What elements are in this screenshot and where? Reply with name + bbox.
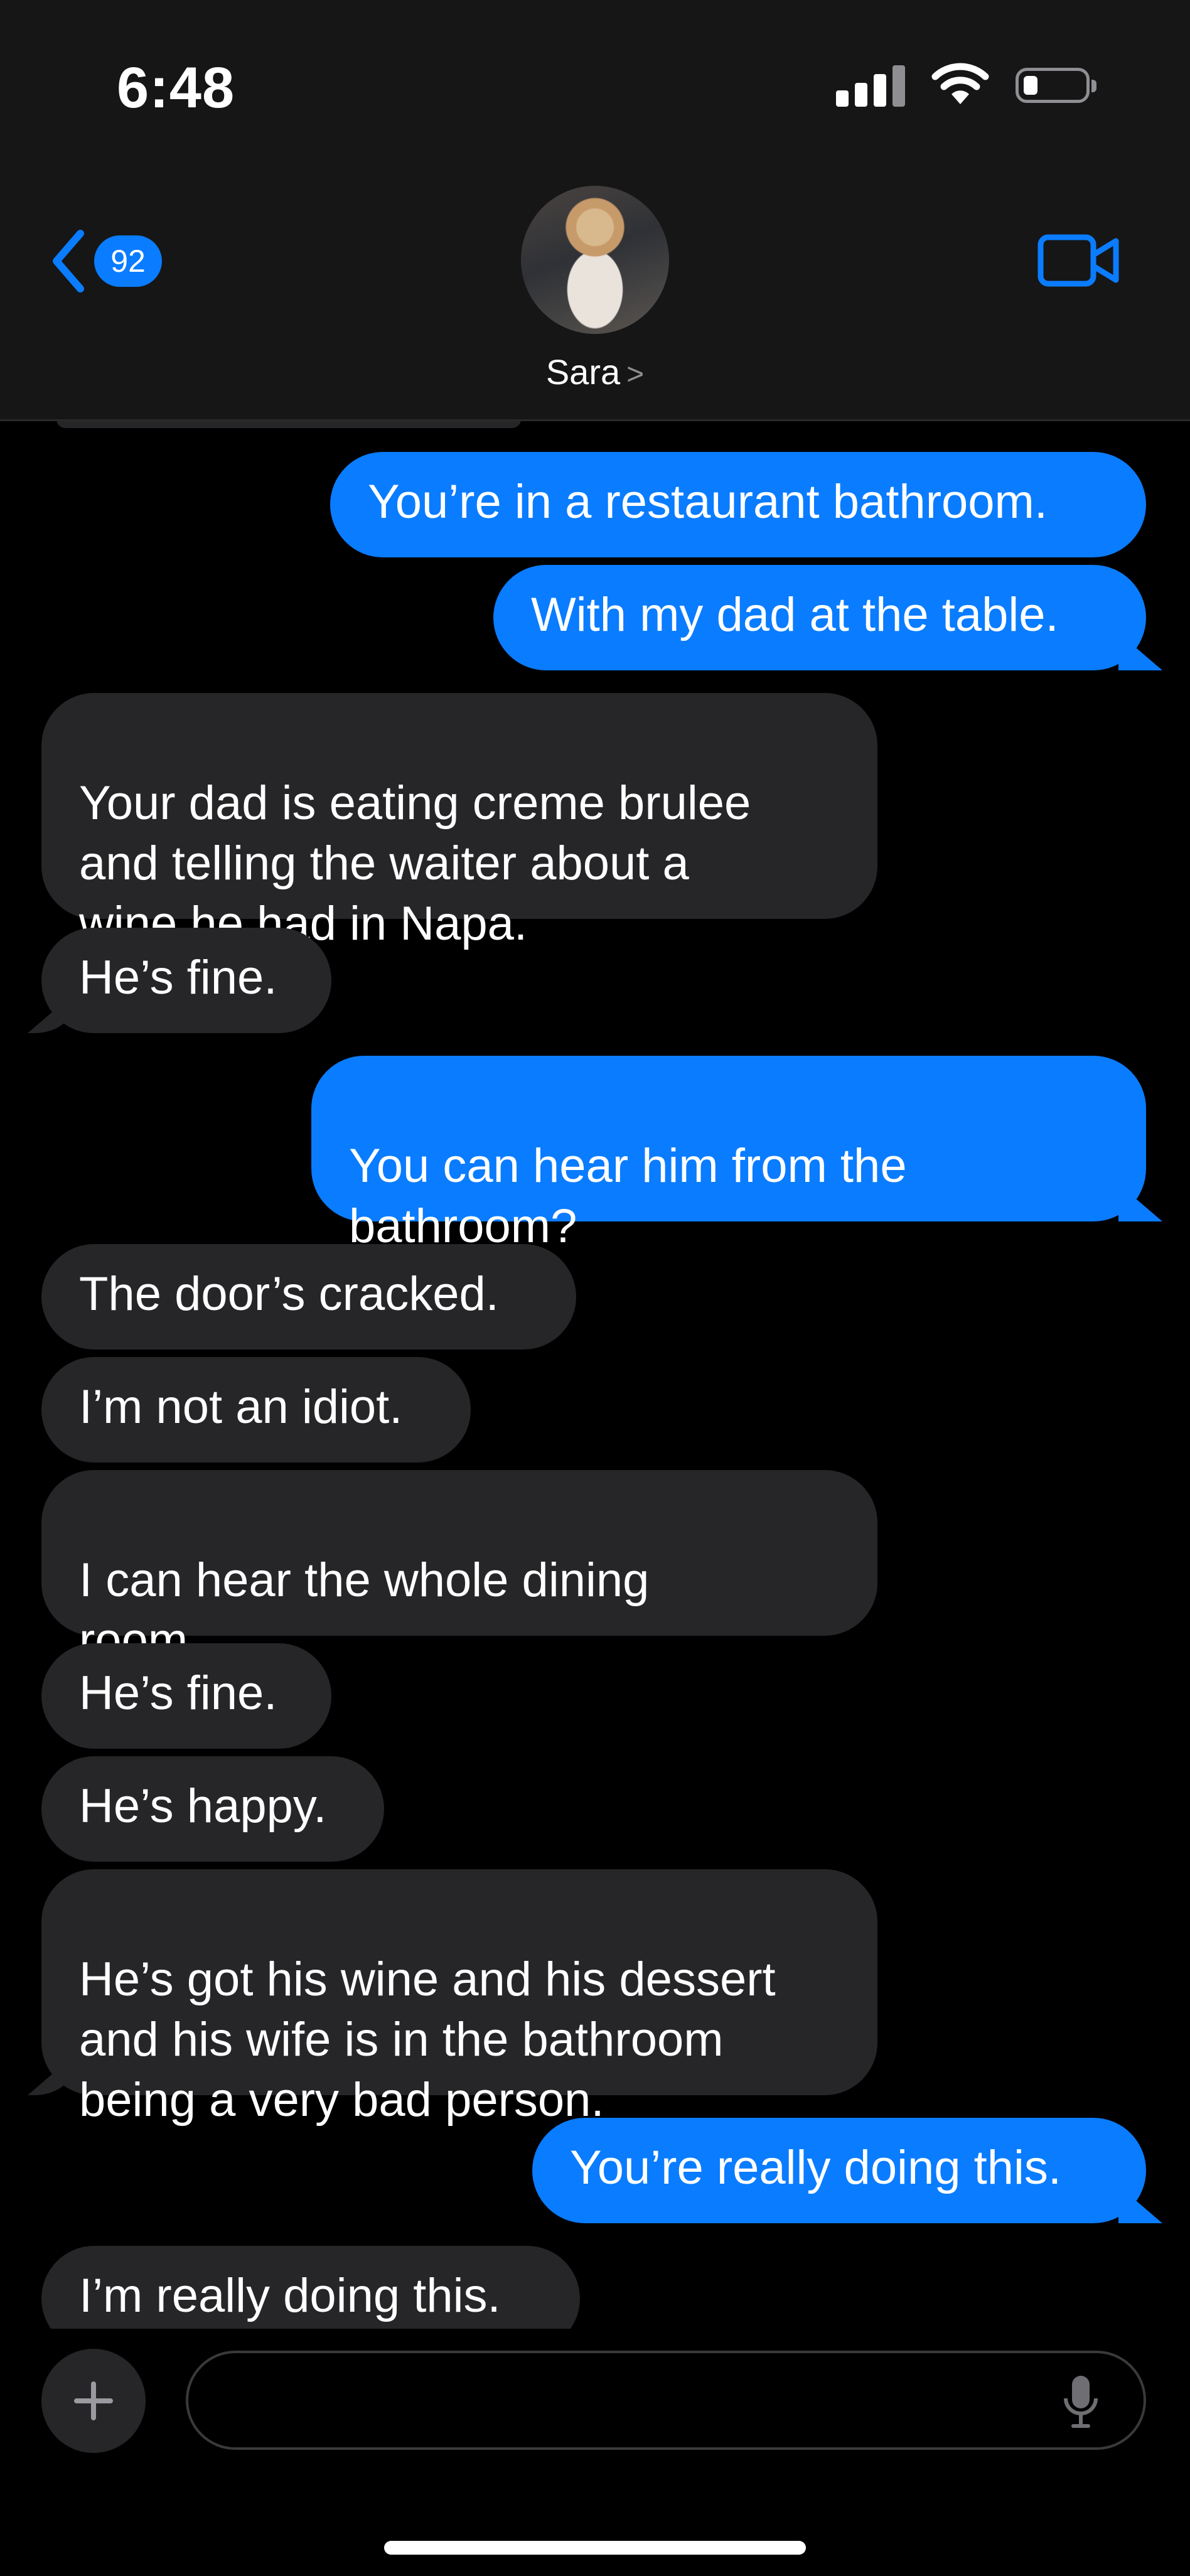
unread-badge: 92: [94, 235, 162, 287]
message-bubble-outgoing[interactable]: You can hear him from the bathroom?: [311, 1056, 1146, 1253]
battery-icon: [1016, 68, 1096, 103]
status-time: 6:48: [117, 56, 235, 120]
avatar[interactable]: [521, 186, 669, 334]
message-bubble-incoming[interactable]: He’s fine.: [41, 928, 331, 1033]
message-text: With my dad at the table.: [531, 588, 1059, 641]
contact-name[interactable]: Sara >: [0, 352, 1190, 392]
plus-icon: [74, 2381, 113, 2420]
microphone-icon: [1064, 2376, 1098, 2428]
message-text: I’m not an idiot.: [79, 1380, 403, 1434]
message-text: He’s fine.: [79, 951, 277, 1004]
message-input[interactable]: [186, 2351, 1146, 2450]
wifi-icon: [931, 63, 989, 104]
status-icons: [836, 63, 1096, 108]
message-bubble-incoming[interactable]: He’s fine.: [41, 1643, 331, 1749]
back-chevron-icon: [53, 230, 84, 292]
add-attachment-button[interactable]: [41, 2349, 146, 2453]
contact-name-label: Sara: [545, 352, 621, 392]
conversation-header: 6:48 92 Sara >: [0, 0, 1190, 421]
message-text: I’m really doing this.: [79, 2269, 501, 2322]
message-text: You’re in a restaurant bathroom.: [368, 475, 1048, 529]
video-call-button[interactable]: [1037, 232, 1121, 292]
message-text: He’s got his wine and his dessert and hi…: [79, 1953, 776, 2127]
message-bubble-incoming[interactable]: I’m not an idiot.: [41, 1357, 471, 1462]
message-bubble-incoming[interactable]: The door’s cracked.: [41, 1244, 576, 1350]
message-bubble-incoming[interactable]: Your dad is eating creme brulee and tell…: [41, 693, 877, 950]
message-text: You’re really doing this.: [570, 2141, 1062, 2194]
microphone-button[interactable]: [1062, 2373, 1100, 2433]
message-text: Your dad is eating creme brulee and tell…: [79, 776, 751, 950]
signal-icon: [836, 64, 905, 107]
message-bubble-outgoing[interactable]: You’re in a restaurant bathroom.: [330, 452, 1146, 557]
message-text: He’s fine.: [79, 1666, 277, 1720]
chevron-right-icon: >: [626, 358, 645, 391]
video-camera-icon: [1037, 234, 1119, 287]
message-bubble-incoming[interactable]: I can hear the whole dining room.: [41, 1470, 877, 1667]
message-bubble-incoming[interactable]: He’s happy.: [41, 1756, 384, 1862]
home-indicator[interactable]: [384, 2541, 806, 2555]
message-bubble-outgoing[interactable]: With my dad at the table.: [493, 565, 1146, 670]
message-bubble-outgoing[interactable]: You’re really doing this.: [532, 2118, 1146, 2223]
message-bubble-incoming[interactable]: He’s got his wine and his dessert and hi…: [41, 1869, 877, 2127]
message-text: The door’s cracked.: [79, 1267, 499, 1321]
message-text: You can hear him from the bathroom?: [349, 1139, 907, 1253]
message-text: He’s happy.: [79, 1779, 327, 1833]
back-button[interactable]: 92: [50, 230, 162, 292]
